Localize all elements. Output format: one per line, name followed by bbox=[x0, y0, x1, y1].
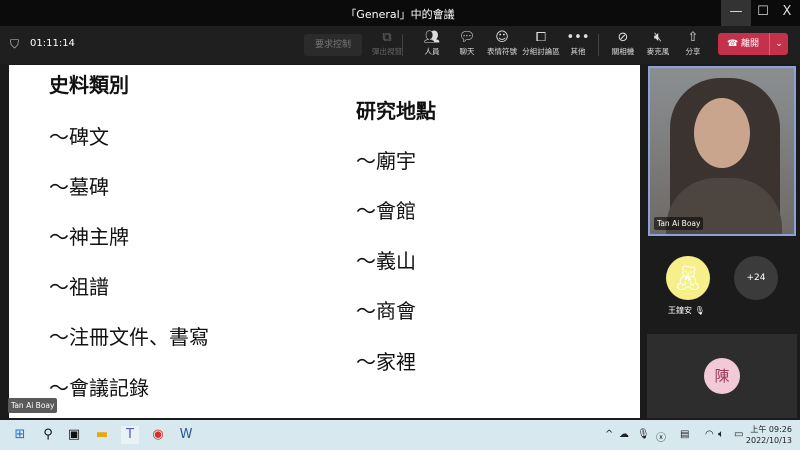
participant-initial-avatar[interactable]: 陳 bbox=[704, 358, 740, 394]
wifi-icon[interactable]: ◠ bbox=[705, 429, 714, 440]
heading-research-sites: 研究地點 bbox=[356, 99, 436, 123]
onedrive-icon[interactable]: ☁ bbox=[619, 429, 629, 440]
list-item: ～義山 bbox=[356, 249, 416, 273]
list-item: ～祖譜 bbox=[49, 275, 109, 299]
popout-button[interactable]: ⧉ 彈出視窗 bbox=[369, 30, 405, 57]
overflow-participants-button[interactable]: +24 bbox=[734, 256, 778, 300]
search-icon[interactable]: ⚲ bbox=[39, 426, 57, 444]
chevron-up-icon[interactable]: ^ bbox=[605, 429, 613, 440]
chat-label: 聊天 bbox=[459, 47, 475, 56]
participant-video[interactable]: Tan Ai Boay bbox=[648, 66, 796, 236]
list-item: ～神主牌 bbox=[49, 225, 129, 249]
mic-off-icon: 🎙︎ bbox=[694, 306, 705, 315]
left-column: 史料類別 ～碑文 ～墓碑 ～神主牌 ～祖譜 ～注冊文件、書寫 ～會議記錄 bbox=[49, 69, 209, 400]
people-icon: 👥︎ bbox=[423, 30, 441, 45]
shield-icon: ⛉ bbox=[10, 37, 20, 51]
share-label: 分享 bbox=[685, 47, 701, 56]
reactions-label: 表情符號 bbox=[487, 47, 517, 56]
leave-label: 離開 bbox=[741, 39, 760, 49]
people-button[interactable]: 👥︎ 人員 bbox=[414, 30, 450, 57]
video-person-face bbox=[694, 98, 750, 168]
share-icon: ⇧ bbox=[687, 30, 699, 45]
participant-tile: 陳 bbox=[647, 334, 797, 418]
reactions-icon: ☺ bbox=[495, 30, 509, 45]
list-item: ～墓碑 bbox=[49, 175, 109, 199]
mic-button[interactable]: 🔇︎ 麥克風 bbox=[640, 30, 676, 57]
word-icon[interactable]: W bbox=[177, 426, 195, 444]
window-title: 「General」中的會議 bbox=[345, 8, 455, 21]
leave-button[interactable]: ☎ 離開 ⌄ bbox=[718, 33, 788, 55]
shared-screen: 史料類別 ～碑文 ～墓碑 ～神主牌 ～祖譜 ～注冊文件、書寫 ～會議記錄 研究地… bbox=[9, 65, 640, 418]
more-button[interactable]: ••• 其他 bbox=[560, 30, 596, 57]
battery-icon[interactable]: ▭ bbox=[734, 429, 743, 440]
clock-time: 上午 09:26 bbox=[750, 425, 792, 434]
right-column: 研究地點 ～廟宇 ～會館 ～義山 ～商會 ～家裡 bbox=[356, 95, 436, 374]
close-button[interactable]: X bbox=[772, 0, 800, 26]
clock[interactable]: 上午 09:26 2022/10/13 bbox=[746, 424, 792, 446]
task-view-icon[interactable]: ▣ bbox=[65, 426, 83, 444]
hangup-icon: ☎ bbox=[726, 39, 742, 49]
popout-label: 彈出視窗 bbox=[372, 47, 402, 56]
taskbar: ⊞ ⚲ ▣ ▬ T ◉ W ^ ☁ 🎙︎ ⓧ ▤ ◠ 🔈︎ ▭ 上午 09:26… bbox=[0, 420, 800, 450]
presenter-name-badge: Tan Ai Boay bbox=[8, 398, 58, 413]
mic-label: 麥克風 bbox=[646, 47, 670, 56]
divider bbox=[598, 34, 599, 56]
chat-button[interactable]: 💬︎ 聊天 bbox=[449, 30, 485, 57]
share-button[interactable]: ⇧ 分享 bbox=[675, 30, 711, 57]
mic-off-icon: 🔇︎ bbox=[653, 30, 663, 45]
mic-muted-icon[interactable]: 🎙︎ bbox=[637, 429, 650, 440]
chat-icon: 💬︎ bbox=[458, 30, 476, 45]
breakout-rooms-button[interactable]: ⧠ 分組討論區 bbox=[520, 30, 562, 57]
teams-icon[interactable]: T bbox=[121, 426, 139, 444]
chevron-down-icon[interactable]: ⌄ bbox=[769, 33, 788, 55]
participant-avatar-bear[interactable]: 🧸︎ bbox=[666, 256, 710, 300]
title-bar: 「General」中的會議 — ☐ X bbox=[0, 0, 800, 26]
breakout-rooms-icon: ⧠ bbox=[535, 30, 547, 45]
start-icon[interactable]: ⊞ bbox=[11, 426, 29, 444]
more-icon: ••• bbox=[566, 30, 590, 45]
list-item: ～注冊文件、書寫 bbox=[49, 325, 209, 349]
reactions-button[interactable]: ☺ 表情符號 bbox=[484, 30, 520, 57]
list-item: ～家裡 bbox=[356, 350, 416, 374]
volume-icon[interactable]: 🔈︎ bbox=[718, 429, 724, 440]
request-control-button[interactable]: 要求控制 bbox=[304, 34, 362, 56]
camera-off-icon: ⊘ bbox=[617, 30, 629, 45]
participant-name: 王鐘安 🎙︎ bbox=[668, 305, 705, 316]
more-label: 其他 bbox=[570, 47, 586, 56]
people-label: 人員 bbox=[424, 47, 440, 56]
file-explorer-icon[interactable]: ▬ bbox=[93, 426, 111, 444]
list-item: ～會議記錄 bbox=[49, 376, 149, 400]
minimize-button[interactable]: — bbox=[721, 0, 751, 26]
list-item: ～碑文 bbox=[49, 125, 109, 149]
list-item: ～商會 bbox=[356, 299, 416, 323]
camera-button[interactable]: ⊘ 關相機 bbox=[605, 30, 641, 57]
list-item: ～廟宇 bbox=[356, 149, 416, 173]
keyboard-icon[interactable]: ▤ bbox=[680, 429, 689, 440]
heading-source-types: 史料類別 bbox=[49, 73, 129, 97]
breakout-rooms-label: 分組討論區 bbox=[522, 47, 560, 56]
popout-icon: ⧉ bbox=[382, 30, 392, 45]
meeting-toolbar: ⛉ 01:11:14 要求控制 ⧉ 彈出視窗 👥︎ 人員 💬︎ 聊天 ☺ 表情符號 ⧠ 分… bbox=[0, 26, 800, 64]
participant-name-text: 王鐘安 bbox=[668, 306, 692, 315]
x-app-icon[interactable]: ⓧ bbox=[656, 429, 666, 444]
list-item: ～會館 bbox=[356, 199, 416, 223]
camera-label: 關相機 bbox=[611, 47, 635, 56]
video-name-label: Tan Ai Boay bbox=[654, 217, 704, 230]
chrome-icon[interactable]: ◉ bbox=[149, 426, 167, 444]
divider bbox=[402, 34, 403, 56]
meeting-timer: 01:11:14 bbox=[30, 38, 75, 49]
clock-date: 2022/10/13 bbox=[745, 436, 792, 445]
